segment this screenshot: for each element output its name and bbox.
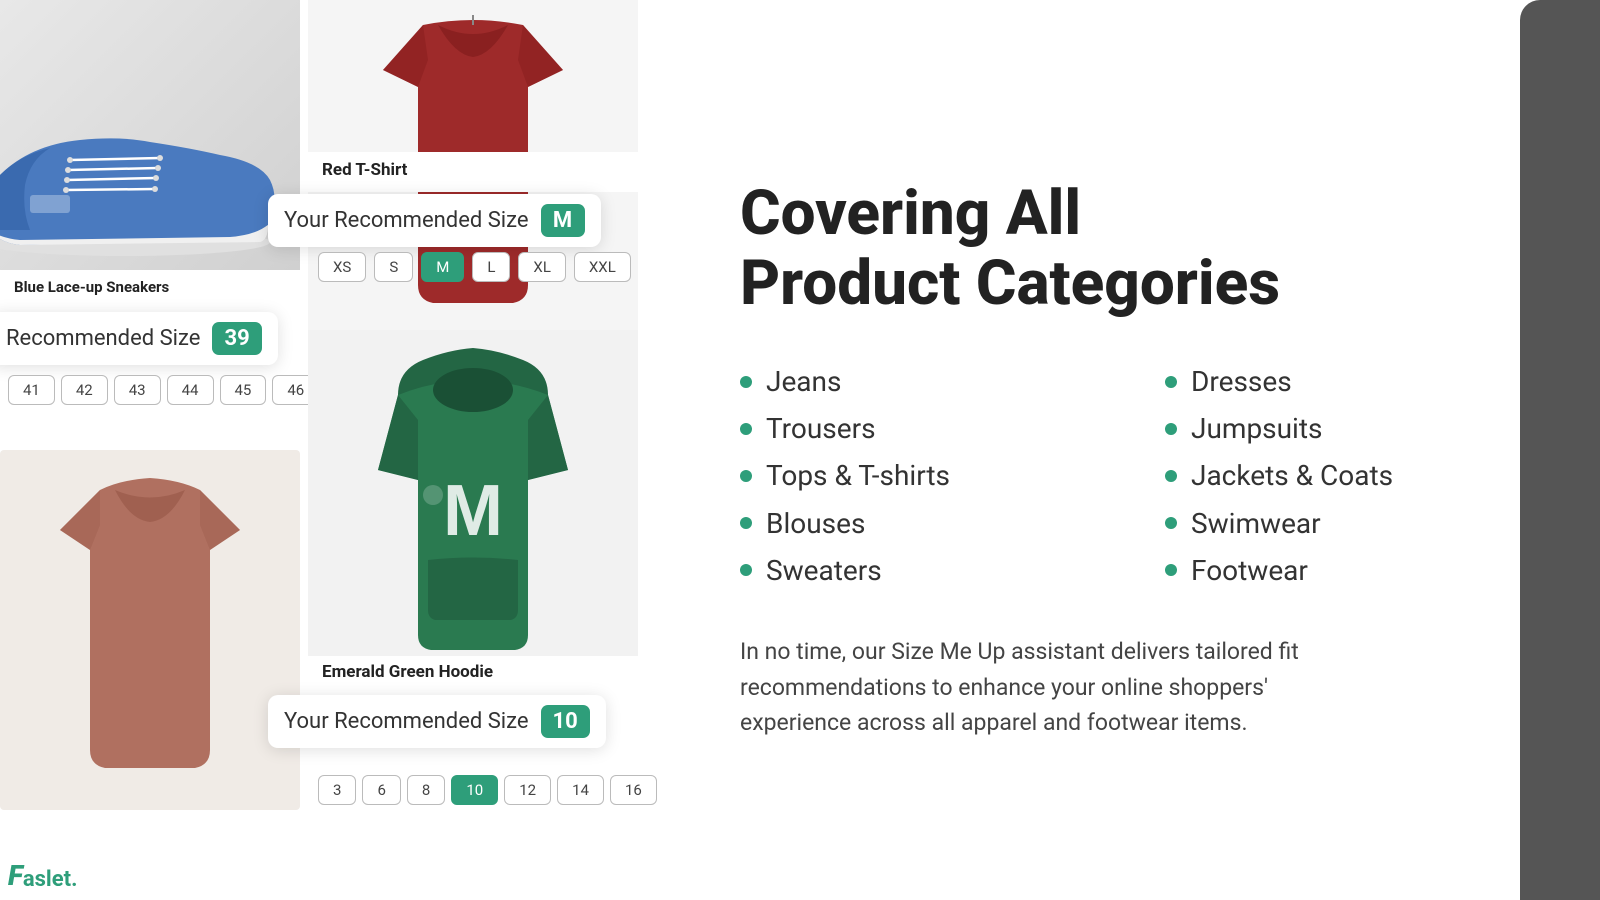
faslet-rest: aslet. — [23, 867, 78, 892]
sneaker-product-name: Blue Lace-up Sneakers — [14, 278, 286, 296]
size-chip-42[interactable]: 42 — [61, 375, 108, 405]
category-blouses: Blouses — [740, 504, 1105, 543]
sneaker-size-chips: 41 42 43 44 45 46 — [0, 375, 327, 405]
category-col-right: Dresses Jumpsuits Jackets & Coats Swimwe… — [1165, 362, 1530, 590]
categories-grid: Jeans Trousers Tops & T-shirts Blouses S… — [740, 362, 1530, 590]
left-panel: Blue Lace-up Sneakers Recommended Size 3… — [0, 0, 660, 900]
hoodie-info: Emerald Green Hoodie — [308, 656, 638, 694]
hoodie-size-16[interactable]: 16 — [610, 775, 657, 805]
sneaker-product-info: Blue Lace-up Sneakers — [0, 270, 300, 308]
size-chip-xxl[interactable]: XXL — [574, 252, 631, 282]
sneaker-rec-label: Recommended Size — [6, 326, 200, 351]
bullet-jeans — [740, 376, 752, 388]
category-swimwear: Swimwear — [1165, 504, 1530, 543]
category-jumpsuits: Jumpsuits — [1165, 409, 1530, 448]
tshirt-rec-badge: Your Recommended Size M — [268, 194, 601, 247]
size-chip-xs[interactable]: XS — [318, 252, 366, 282]
faslet-f-letter: F — [8, 859, 23, 892]
main-title: Covering All Product Categories — [740, 179, 1530, 318]
hoodie-card: M — [308, 330, 638, 670]
hoodie-image: M — [323, 340, 623, 660]
red-tshirt-info: Red T-Shirt — [308, 152, 638, 192]
hoodie-size-chips: 3 6 8 10 12 14 16 — [308, 775, 660, 805]
hoodie-size-3[interactable]: 3 — [318, 775, 356, 805]
hoodie-rec-badge: Your Recommended Size 10 — [268, 695, 606, 748]
category-trousers: Trousers — [740, 409, 1105, 448]
bullet-blouses — [740, 517, 752, 529]
hoodie-product-name: Emerald Green Hoodie — [322, 662, 624, 682]
category-col-left: Jeans Trousers Tops & T-shirts Blouses S… — [740, 362, 1105, 590]
bullet-footwear — [1165, 564, 1177, 576]
size-chip-44[interactable]: 44 — [167, 375, 214, 405]
tshirt-rec-label: Your Recommended Size — [284, 208, 529, 233]
category-dresses: Dresses — [1165, 362, 1530, 401]
category-sweaters: Sweaters — [740, 551, 1105, 590]
bullet-jackets — [1165, 470, 1177, 482]
hoodie-size-12[interactable]: 12 — [504, 775, 551, 805]
tshirt-rec-value: M — [541, 204, 585, 237]
red-tshirt-name: Red T-Shirt — [322, 160, 624, 180]
bullet-jumpsuits — [1165, 423, 1177, 435]
hoodie-size-14[interactable]: 14 — [557, 775, 604, 805]
size-chip-xl[interactable]: XL — [518, 252, 565, 282]
description-text: In no time, our Size Me Up assistant del… — [740, 634, 1360, 741]
hoodie-size-10[interactable]: 10 — [451, 775, 498, 805]
size-chip-43[interactable]: 43 — [114, 375, 161, 405]
size-chip-s[interactable]: S — [374, 252, 413, 282]
size-chip-m[interactable]: M — [421, 252, 464, 282]
bullet-dresses — [1165, 376, 1177, 388]
brown-tshirt-area — [0, 450, 300, 810]
right-panel: Covering All Product Categories Jeans Tr… — [660, 0, 1600, 900]
bullet-sweaters — [740, 564, 752, 576]
sneaker-area — [0, 0, 300, 270]
size-chip-l[interactable]: L — [472, 252, 510, 282]
sneaker-image — [0, 100, 300, 260]
category-footwear: Footwear — [1165, 551, 1530, 590]
category-jeans: Jeans — [740, 362, 1105, 401]
tshirt-size-chips: XS S M L XL XXL — [318, 252, 631, 282]
size-chip-45[interactable]: 45 — [220, 375, 267, 405]
hoodie-size-6[interactable]: 6 — [362, 775, 400, 805]
dark-sidebar — [1520, 0, 1600, 900]
hoodie-size-8[interactable]: 8 — [407, 775, 445, 805]
category-jackets: Jackets & Coats — [1165, 456, 1530, 495]
bullet-trousers — [740, 423, 752, 435]
category-tops: Tops & T-shirts — [740, 456, 1105, 495]
size-chip-41[interactable]: 41 — [8, 375, 55, 405]
svg-text:M: M — [443, 471, 503, 551]
faslet-logo: F aslet. — [8, 859, 77, 892]
bullet-tops — [740, 470, 752, 482]
hoodie-rec-value: 10 — [541, 705, 590, 738]
sneaker-rec-badge: Recommended Size 39 — [0, 312, 278, 365]
brown-tshirt-image — [20, 470, 280, 780]
hoodie-rec-label: Your Recommended Size — [284, 709, 529, 734]
bullet-swimwear — [1165, 517, 1177, 529]
sneaker-rec-value: 39 — [212, 322, 261, 355]
